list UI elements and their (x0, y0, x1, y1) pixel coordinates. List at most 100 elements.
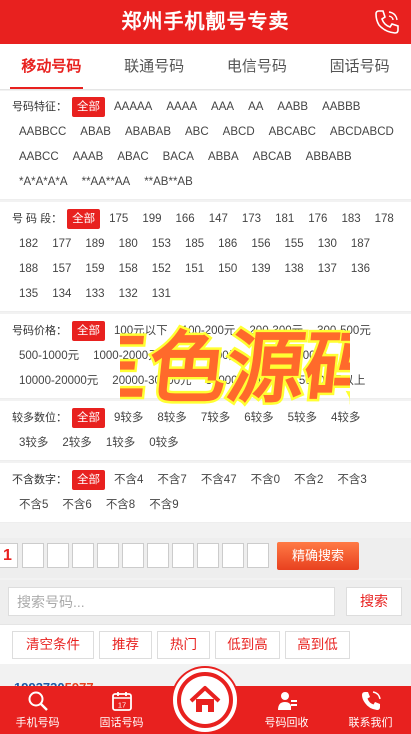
filter-option[interactable]: 173 (237, 207, 266, 232)
filter-option[interactable]: 200-300元 (244, 319, 308, 344)
digit-box[interactable] (172, 543, 194, 568)
filter-option[interactable]: 7较多 (196, 406, 235, 431)
filter-option[interactable]: 199 (137, 207, 166, 232)
filter-option[interactable]: 100元以下 (109, 319, 173, 344)
filter-option[interactable]: 136 (346, 257, 375, 282)
filter-option[interactable]: 1较多 (101, 431, 140, 456)
filter-option[interactable]: 180 (114, 232, 143, 257)
filter-option[interactable]: *A*A*A*A (14, 170, 73, 195)
filter-option[interactable]: 1000-2000元 (88, 344, 165, 369)
filter-option[interactable]: 132 (114, 282, 143, 307)
digit-box[interactable] (122, 543, 144, 568)
filter-option[interactable]: 155 (280, 232, 309, 257)
filter-option[interactable]: 189 (80, 232, 109, 257)
filter-option[interactable]: ABCABC (264, 120, 321, 145)
filter-option[interactable]: 152 (147, 257, 176, 282)
filter-option[interactable]: AABBB (317, 95, 365, 120)
filter-option[interactable]: 158 (114, 257, 143, 282)
filter-option[interactable]: 135 (14, 282, 43, 307)
filter-option[interactable]: 137 (313, 257, 342, 282)
sort-price-asc-button[interactable]: 低到高 (215, 631, 280, 659)
filter-option[interactable]: 138 (280, 257, 309, 282)
filter-option[interactable]: 不含0 (246, 468, 285, 493)
filter-option[interactable]: 9较多 (109, 406, 148, 431)
filter-option-all[interactable]: 全部 (72, 470, 105, 490)
filter-option[interactable]: 不含5 (14, 493, 53, 518)
filter-option[interactable]: 300-500元 (312, 319, 376, 344)
filter-option[interactable]: 176 (303, 207, 332, 232)
filter-option[interactable]: 不含4 (109, 468, 148, 493)
exact-search-button[interactable]: 精确搜索 (277, 542, 359, 570)
filter-option-all[interactable]: 全部 (72, 321, 105, 341)
filter-option[interactable]: 0较多 (144, 431, 183, 456)
nav-number-recycle[interactable]: 号码回收 (249, 686, 324, 734)
filter-option[interactable]: 不含7 (152, 468, 191, 493)
filter-option[interactable]: 5较多 (283, 406, 322, 431)
digit-box[interactable] (72, 543, 94, 568)
filter-option[interactable]: 181 (270, 207, 299, 232)
filter-option[interactable]: BACA (158, 145, 199, 170)
filter-option[interactable]: **AB**AB (139, 170, 198, 195)
filter-option[interactable]: 5000-10000元 (249, 344, 332, 369)
filter-option[interactable]: 3较多 (14, 431, 53, 456)
filter-option[interactable]: 188 (14, 257, 43, 282)
filter-option[interactable]: 133 (80, 282, 109, 307)
filter-option[interactable]: 不含6 (57, 493, 96, 518)
digit-box[interactable] (222, 543, 244, 568)
filter-option[interactable]: 157 (47, 257, 76, 282)
filter-option-all[interactable]: 全部 (72, 97, 105, 117)
tab-mobile[interactable]: 移动号码 (0, 44, 103, 89)
digit-box[interactable] (247, 543, 269, 568)
filter-option[interactable]: 186 (213, 232, 242, 257)
search-button[interactable]: 搜索 (346, 587, 402, 616)
filter-option[interactable]: 153 (147, 232, 176, 257)
filter-option[interactable]: 178 (370, 207, 399, 232)
filter-option[interactable]: AABBCC (14, 120, 71, 145)
nav-landline-numbers[interactable]: 17 固话号码 (84, 686, 159, 734)
filter-option[interactable]: **AA**AA (77, 170, 136, 195)
filter-option[interactable]: 2000-5000元 (169, 344, 246, 369)
digit-box[interactable] (47, 543, 69, 568)
filter-option[interactable]: 不含9 (144, 493, 183, 518)
filter-option[interactable]: AA (243, 95, 268, 120)
filter-option[interactable]: 100-200元 (177, 319, 241, 344)
filter-option[interactable]: AAAB (68, 145, 109, 170)
filter-option[interactable]: 4较多 (326, 406, 365, 431)
filter-option[interactable]: ABAB (75, 120, 116, 145)
digit-box[interactable] (22, 543, 44, 568)
filter-option[interactable]: 187 (346, 232, 375, 257)
filter-option[interactable]: AABCC (14, 145, 64, 170)
filter-option[interactable]: 30000-50000元 (201, 369, 290, 394)
filter-option[interactable]: ABCDABCD (325, 120, 399, 145)
filter-option[interactable]: 不含3 (332, 468, 371, 493)
filter-option[interactable]: ABCD (218, 120, 260, 145)
filter-option-all[interactable]: 全部 (72, 408, 105, 428)
filter-option[interactable]: 150 (213, 257, 242, 282)
filter-option[interactable]: 166 (171, 207, 200, 232)
filter-option[interactable]: ABCAB (248, 145, 297, 170)
digit-box[interactable] (97, 543, 119, 568)
digit-box[interactable] (197, 543, 219, 568)
filter-option[interactable]: 130 (313, 232, 342, 257)
filter-option[interactable]: 131 (147, 282, 176, 307)
filter-option[interactable]: 2较多 (57, 431, 96, 456)
filter-option[interactable]: AABB (272, 95, 313, 120)
filter-option[interactable]: 10000-20000元 (14, 369, 103, 394)
filter-option[interactable]: ABBA (203, 145, 244, 170)
filter-option[interactable]: 159 (80, 257, 109, 282)
filter-option[interactable]: 156 (246, 232, 275, 257)
filter-option[interactable]: 183 (336, 207, 365, 232)
sort-price-desc-button[interactable]: 高到低 (285, 631, 350, 659)
filter-option[interactable]: 139 (246, 257, 275, 282)
filter-option[interactable]: 6较多 (239, 406, 278, 431)
filter-option[interactable]: 134 (47, 282, 76, 307)
filter-option[interactable]: AAAAA (109, 95, 157, 120)
filter-option[interactable]: 不含47 (196, 468, 242, 493)
filter-option[interactable]: 147 (204, 207, 233, 232)
filter-option[interactable]: 177 (47, 232, 76, 257)
filter-option-all[interactable]: 全部 (67, 209, 101, 229)
filter-option[interactable]: 8较多 (152, 406, 191, 431)
filter-option[interactable]: 50000元以上 (294, 369, 370, 394)
filter-option[interactable]: AAA (206, 95, 239, 120)
tab-unicom[interactable]: 联通号码 (103, 44, 206, 89)
